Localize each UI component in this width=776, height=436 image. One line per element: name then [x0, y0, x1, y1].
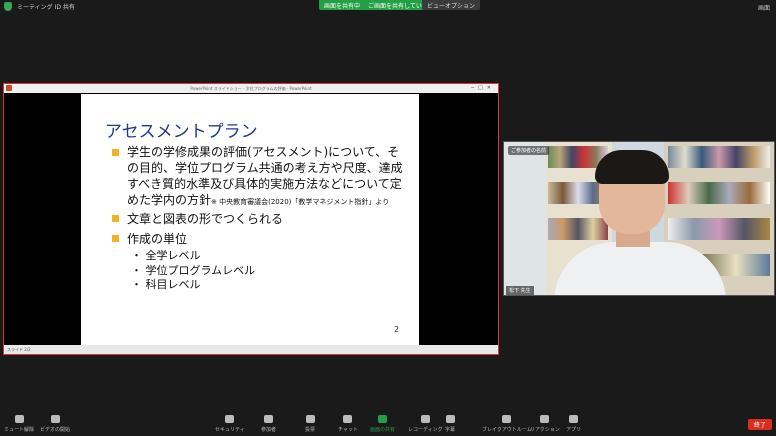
apps-icon [569, 415, 578, 423]
share-banner-text: 画面を共有中 [324, 2, 361, 10]
share-screen-label: 画面の共有 [370, 427, 396, 433]
view-option-button[interactable]: ビューオプション [422, 0, 481, 10]
video-button[interactable]: ビデオの開始 [40, 415, 70, 433]
participants-label: 参加者 [261, 427, 277, 433]
reactions-label: リアクション [530, 427, 560, 433]
share-screen-button[interactable]: 画面の共有 [370, 415, 395, 433]
participants-button[interactable]: 参加者 [261, 415, 276, 433]
bullet-3: 作成の単位 [127, 232, 188, 246]
shield-icon[interactable] [4, 2, 12, 11]
slide: アセスメントプラン 学生の学修成果の評価(アセスメント)について、その目的、学位… [81, 94, 419, 346]
shared-powerpoint-window: PowerPoint スライドショー - 学位プログラムの評価 - PowerP… [3, 83, 499, 355]
chat-bubble-icon [343, 415, 353, 423]
video-camera-icon [50, 415, 60, 423]
participant-video-tile[interactable]: ご参加者の名前 松下 先生 [503, 141, 775, 296]
top-left-info: ミーティング ID 共有 [4, 2, 75, 11]
smile-icon [540, 415, 550, 423]
meeting-label[interactable]: ミーティング ID 共有 [17, 2, 75, 11]
video-label: ビデオの開始 [40, 427, 71, 433]
ppt-title: PowerPoint スライドショー - 学位プログラムの評価 - PowerP… [190, 85, 312, 91]
share-banner[interactable]: 画面を共有中 ご画面を共有しています [319, 0, 439, 10]
record-button[interactable]: レコーディング [408, 415, 443, 433]
end-meeting-button[interactable]: 終了 [748, 419, 772, 430]
chat-button[interactable]: チャット [338, 415, 358, 433]
bullet-icon [112, 149, 119, 156]
powerpoint-logo-icon [6, 85, 12, 91]
captions-icon [445, 415, 455, 423]
mute-label: ミュート解除 [4, 427, 35, 433]
slide-title: アセスメントプラン [105, 122, 258, 142]
shield-icon [225, 415, 235, 423]
bullet-icon [112, 215, 119, 222]
record-icon [420, 415, 430, 423]
video-background-wall [504, 142, 546, 295]
bar-chart-icon [305, 415, 315, 423]
chat-label: チャット [338, 427, 358, 433]
breakout-rooms-label: ブレイクアウトルーム [482, 427, 532, 433]
breakout-rooms-icon [502, 415, 512, 423]
captions-label: 字幕 [445, 427, 456, 433]
mute-button[interactable]: ミュート解除 [4, 415, 34, 433]
window-controls-icon[interactable]: ─□✕ [471, 85, 495, 91]
share-screen-icon [378, 415, 387, 423]
sub-item-1: ・ 全学レベル [131, 249, 201, 262]
apps-button[interactable]: アプリ [566, 415, 581, 433]
polls-button[interactable]: 投票 [305, 415, 315, 433]
security-label: セキュリティ [215, 427, 245, 433]
reactions-button[interactable]: リアクション [530, 415, 560, 433]
ppt-statusbar: スライド 2/2 [4, 345, 498, 354]
apps-label: アプリ [566, 427, 582, 433]
polls-label: 投票 [305, 427, 316, 433]
record-label: レコーディング [408, 427, 443, 433]
person-hair [595, 150, 669, 184]
top-right-label[interactable]: 画面 [758, 3, 770, 12]
bullet-icon [112, 235, 119, 242]
participants-icon [264, 415, 273, 423]
bullet-2: 文章と図表の形でつくられる [127, 212, 284, 226]
participant-name: 松下 先生 [506, 286, 534, 295]
captions-button[interactable]: 字幕 [445, 415, 455, 433]
microphone-icon [14, 415, 24, 423]
bullet-1-note: ※ 中央教育審議会(2020)「教学マネジメント指針」より [211, 198, 390, 206]
slide-page-number: 2 [394, 325, 400, 334]
bullet-1: 学生の学修成果の評価(アセスメント)について、その目的、学位プログラム共通の考え… [127, 144, 409, 210]
security-button[interactable]: セキュリティ [215, 415, 245, 433]
breakout-rooms-button[interactable]: ブレイクアウトルーム [482, 415, 532, 433]
video-tile-label: ご参加者の名前 [508, 146, 550, 155]
ppt-status-text: スライド 2/2 [7, 347, 31, 352]
ppt-titlebar: PowerPoint スライドショー - 学位プログラムの評価 - PowerP… [4, 84, 498, 93]
sub-item-3: ・ 科目レベル [131, 278, 201, 291]
